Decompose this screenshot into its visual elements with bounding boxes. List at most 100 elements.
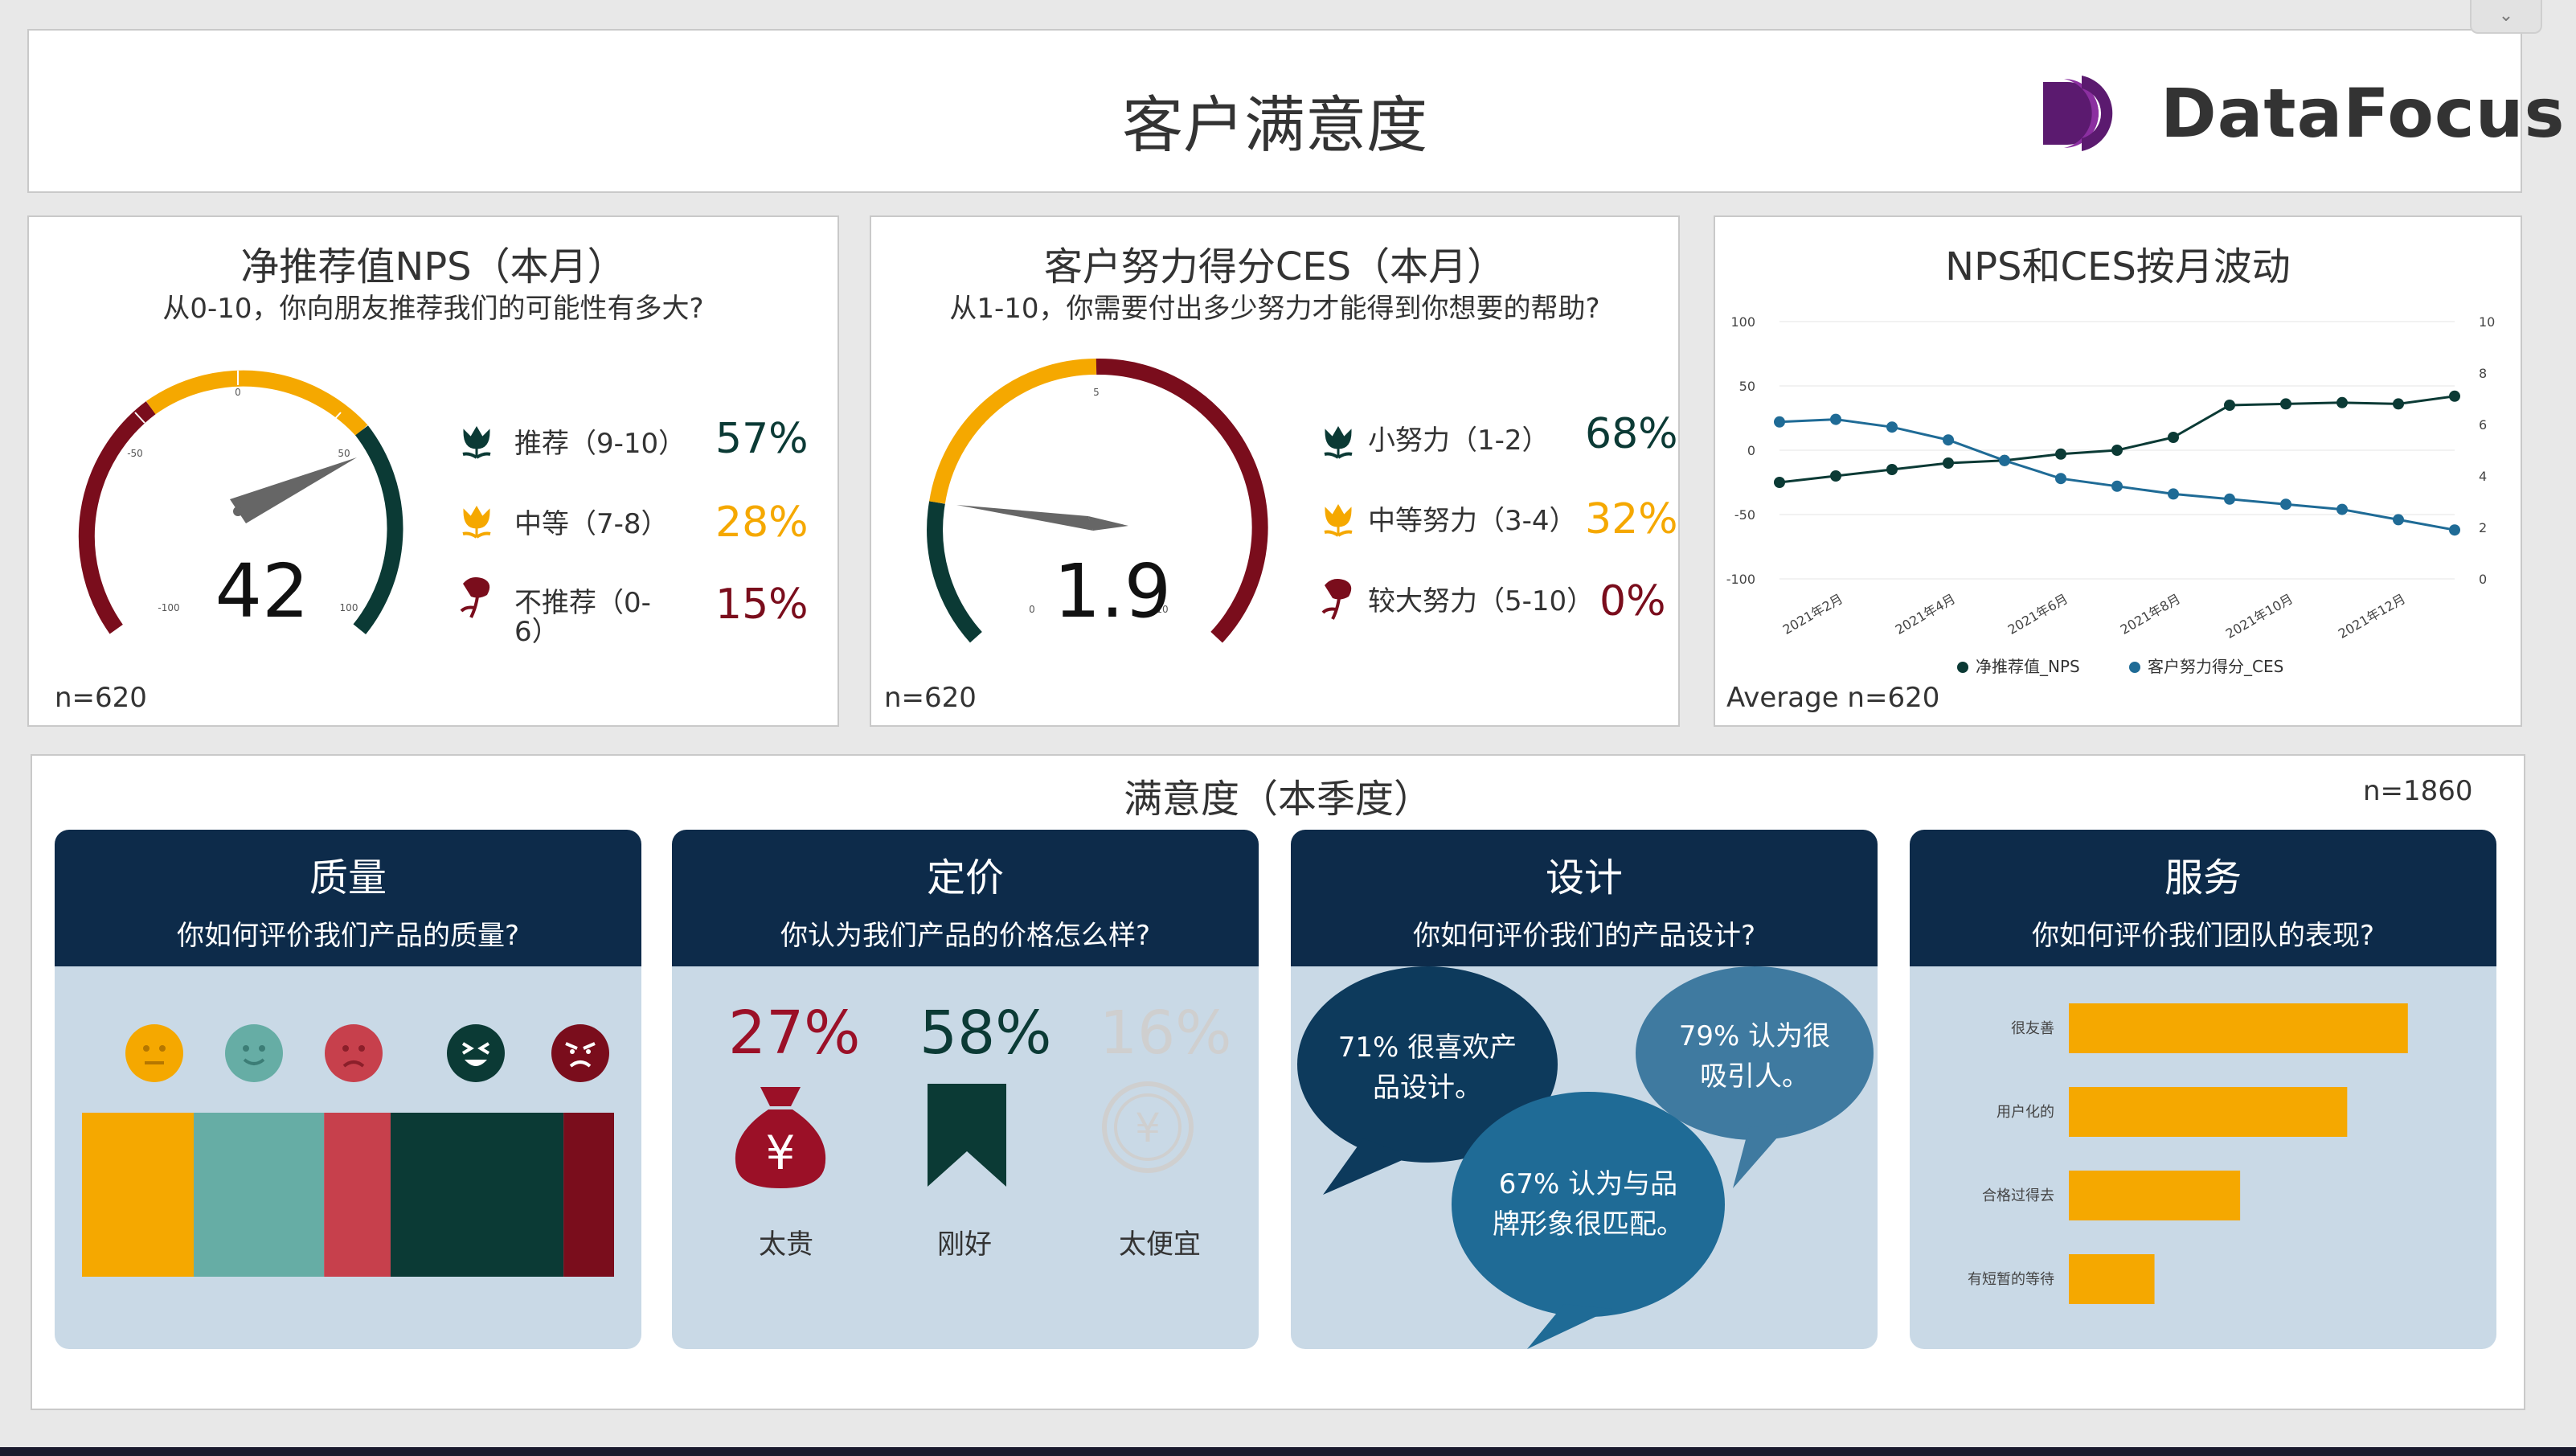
trend-point — [2393, 514, 2404, 526]
quality-card-body — [55, 966, 641, 1349]
service-bar-label: 很友善 — [2011, 1020, 2054, 1037]
design-bubble-1-line-2: 品设计。 — [1373, 1072, 1482, 1104]
trend-ytick-right: 6 — [2479, 417, 2487, 433]
trend-series-line — [1779, 395, 2455, 484]
trend-point — [2168, 432, 2179, 443]
trend-ytick-left: 50 — [1739, 379, 1755, 394]
trend-point — [2393, 398, 2404, 410]
service-bar-chart: 很友善用户化的合格过得去有短暂的等待 — [1968, 1003, 2408, 1304]
trend-xtick: 2021年6月 — [2005, 591, 2070, 638]
trend-point — [2449, 524, 2460, 536]
trend-xtick: 2021年4月 — [1893, 591, 1958, 638]
ces-legend-label-medium: 中等努力（3-4） — [1368, 505, 1577, 537]
price-title: 定价 — [926, 855, 1004, 900]
price-just-right-label: 刚好 — [937, 1228, 992, 1261]
service-title: 服务 — [2164, 855, 2242, 900]
trend-point — [1830, 413, 1841, 425]
neutral-face-icon — [125, 1024, 183, 1082]
trend-ytick-right: 10 — [2479, 314, 2495, 330]
service-subtitle: 你如何评价我们团队的表现? — [2031, 920, 2375, 952]
design-subtitle: 你如何评价我们的产品设计? — [1412, 920, 1756, 952]
quality-segment — [563, 1113, 614, 1277]
design-bubble-3-line-2: 牌形象很匹配。 — [1493, 1208, 1684, 1241]
nps-legend-label-promoter: 推荐（9-10） — [514, 428, 686, 460]
laughing-face-icon — [447, 1024, 505, 1082]
page-title: 客户满意度 — [1122, 89, 1427, 161]
collapse-chevron-button[interactable]: ⌄ — [2470, 0, 2542, 34]
quality-segment — [324, 1113, 391, 1277]
legend-ces-marker — [2129, 662, 2140, 673]
trend-point — [2111, 480, 2123, 492]
trend-point — [2280, 498, 2291, 511]
trend-legend: 净推荐值_NPS 客户努力得分_CES — [1957, 657, 2283, 676]
ces-title: 客户努力得分CES（本月） — [1043, 244, 1506, 289]
trend-point — [1886, 421, 1898, 433]
price-subtitle: 你认为我们产品的价格怎么样? — [780, 920, 1151, 952]
header-panel: 客户满意度 DataFocus — [27, 29, 2565, 193]
nps-legend-pct-promoter: 57% — [715, 415, 809, 463]
tulip-icon — [1324, 426, 1353, 459]
quality-segment — [390, 1113, 564, 1277]
nps-legend-label-passive: 中等（7-8） — [514, 508, 669, 540]
design-bubble-1-line-1: 71% 很喜欢产 — [1337, 1032, 1517, 1064]
wilted-flower-icon — [1321, 579, 1352, 620]
price-too-cheap-pct: 16% — [1100, 999, 1232, 1068]
money-bag-icon: ¥ — [735, 1087, 826, 1188]
service-bar-label: 合格过得去 — [1982, 1187, 2054, 1204]
quarter-sample-size: n=1860 — [2363, 775, 2473, 807]
ces-legend-pct-low: 68% — [1585, 410, 1678, 458]
design-bubble-3-line-1: 67% 认为与品 — [1498, 1168, 1678, 1200]
design-card-header: 设计 你如何评价我们的产品设计? — [1291, 830, 1878, 966]
trend-ytick-right: 0 — [2479, 572, 2487, 587]
service-card-header: 服务 你如何评价我们团队的表现? — [1910, 830, 2496, 966]
nps-tick-minus100: -100 — [158, 602, 179, 613]
design-bubble-1: 71% 很喜欢产 品设计。 — [1323, 1027, 1532, 1108]
smile-face-icon — [225, 1024, 283, 1082]
nps-legend-label-detractor: 不推荐（0-6） — [514, 587, 651, 648]
nps-title: 净推荐值NPS（本月） — [240, 244, 626, 289]
design-title: 设计 — [1545, 855, 1623, 900]
trend-point — [2168, 488, 2179, 500]
design-bubble-2-line-1: 79% 认为很 — [1678, 1020, 1831, 1052]
nps-value: 42 — [215, 548, 309, 634]
legend-nps-label: 净推荐值_NPS — [1976, 657, 2080, 676]
trend-point — [2336, 503, 2348, 515]
nps-tick-50: 50 — [338, 448, 350, 459]
nps-sample-size: n=620 — [55, 682, 147, 714]
legend-ces-label: 客户努力得分_CES — [2148, 657, 2283, 676]
taskbar-strip — [0, 1447, 2576, 1456]
trend-point — [1830, 470, 1841, 482]
trend-xtick: 2021年8月 — [2118, 591, 2183, 638]
trend-ytick-left: 100 — [1730, 314, 1755, 330]
quality-segment — [82, 1113, 195, 1277]
design-bubble-3: 67% 认为与品 牌形象很匹配。 — [1476, 1164, 1701, 1245]
nps-legend-pct-detractor: 15% — [715, 580, 809, 629]
bookmark-icon — [928, 1084, 1006, 1187]
ces-value: 1.9 — [1053, 548, 1172, 634]
quality-title: 质量 — [309, 855, 387, 900]
trend-point — [2224, 400, 2235, 411]
service-card-body: 很友善 用户化的 合格过得去 有短暂的等待 — [1910, 966, 2496, 1349]
service-bar-label: 有短暂的等待 — [1968, 1271, 2054, 1288]
trend-point — [2280, 398, 2291, 410]
quarter-satisfaction-panel: 满意度（本季度） n=1860 质量 你如何评价我们产品的质量? 定价 你认为我… — [31, 754, 2525, 1410]
price-too-cheap-label: 太便宜 — [1119, 1228, 1201, 1261]
ces-sample-size: n=620 — [884, 682, 977, 714]
nps-legend-pct-passive: 28% — [715, 498, 809, 547]
price-too-expensive-pct: 27% — [728, 999, 861, 1068]
tulip-icon — [462, 506, 491, 539]
trend-ytick-left: 0 — [1747, 443, 1755, 458]
ces-legend-label-low: 小努力（1-2） — [1368, 424, 1550, 457]
quarter-title: 满意度（本季度） — [1123, 777, 1432, 822]
trend-point — [2336, 396, 2348, 408]
quality-segment — [194, 1113, 325, 1277]
trend-point — [1999, 454, 2010, 466]
trend-panel: NPS和CES按月波动 100 50 0 -50 -100 10 8 6 4 2 0 2021年2月 2… — [1714, 215, 2522, 727]
trend-point — [1774, 416, 1785, 428]
design-bubble-2-line-2: 吸引人。 — [1700, 1060, 1809, 1093]
legend-nps-marker — [1957, 662, 1968, 673]
quality-card-header: 质量 你如何评价我们产品的质量? — [55, 830, 641, 966]
trend-ytick-left: -100 — [1726, 572, 1755, 587]
nps-tick-minus50: -50 — [127, 448, 143, 459]
svg-text:¥: ¥ — [766, 1126, 796, 1180]
